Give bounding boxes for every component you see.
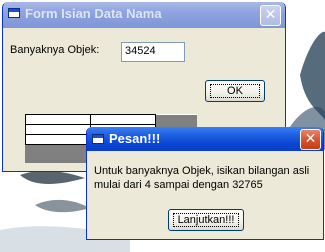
count-input[interactable]: 34524 (121, 42, 185, 62)
ok-button-label: OK (210, 84, 260, 98)
continue-button[interactable]: Lanjutkan!!! (168, 209, 244, 231)
dialog-titlebar[interactable]: Pesan!!! ✕ (87, 127, 323, 151)
dialog-title: Pesan!!! (109, 131, 161, 146)
grid-cell[interactable] (25, 114, 91, 125)
close-icon[interactable]: ✕ (260, 5, 281, 26)
message-dialog: Pesan!!! ✕ Untuk banyaknya Objek, isikan… (86, 127, 324, 240)
dialog-message-line2: mulai dari 4 sampai dengan 32765 (94, 179, 263, 191)
ok-button[interactable]: OK (205, 80, 265, 102)
app-icon (8, 8, 20, 18)
count-label: Banyaknya Objek: (10, 44, 100, 56)
main-window-title: Form Isian Data Nama (25, 6, 162, 21)
dialog-message-line1: Untuk banyaknya Objek, isikan bilangan a… (94, 165, 310, 177)
grid-cell[interactable] (25, 124, 91, 135)
app-icon (92, 134, 104, 144)
continue-button-label: Lanjutkan!!! (173, 213, 239, 227)
grid-cell[interactable] (90, 114, 156, 125)
grid-cell[interactable] (25, 134, 91, 145)
main-window-titlebar[interactable]: Form Isian Data Nama ✕ (3, 2, 285, 28)
close-icon[interactable]: ✕ (300, 129, 321, 150)
grid-empty-area (155, 114, 197, 125)
